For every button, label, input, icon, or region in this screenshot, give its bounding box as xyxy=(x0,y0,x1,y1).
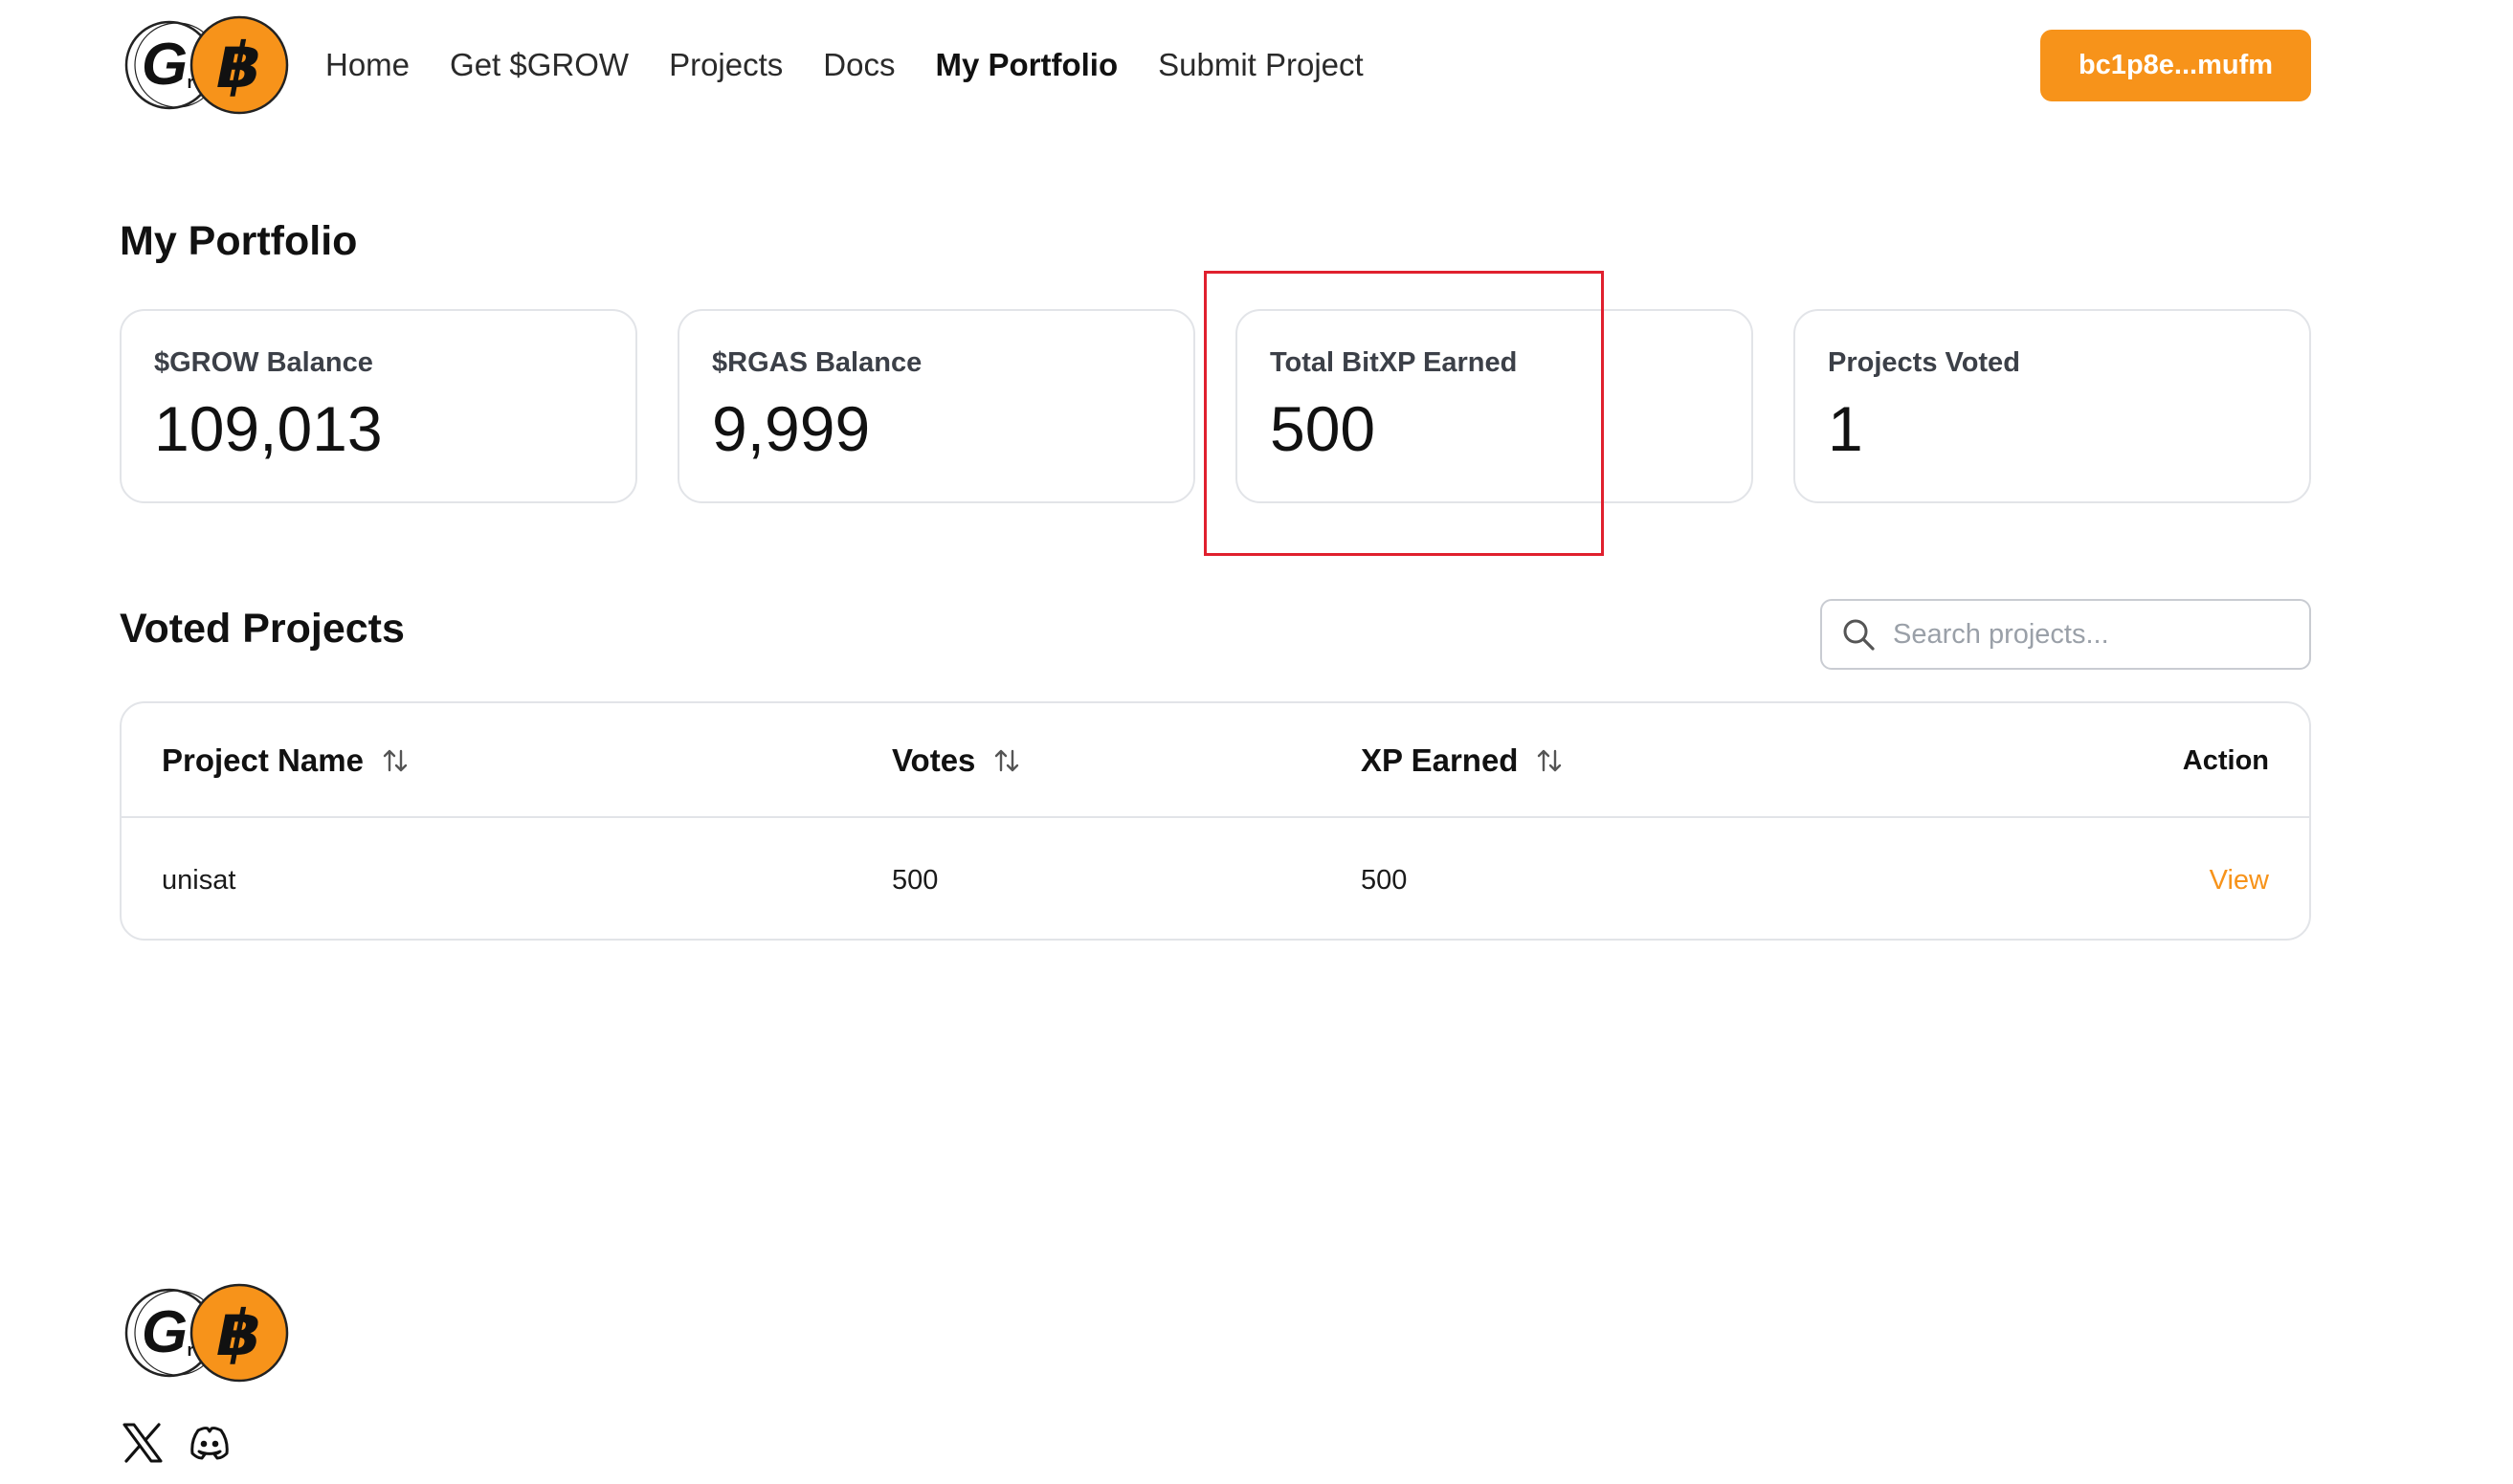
logo-bitcoin-symbol: ฿ xyxy=(217,29,261,102)
sort-icon xyxy=(383,749,408,772)
stat-card-projects-voted: Projects Voted 1 xyxy=(1793,309,2311,503)
table-header: Project Name Votes XP Earned Action xyxy=(122,703,2309,818)
logo-letter-r: r xyxy=(187,1340,193,1360)
discord-icon[interactable] xyxy=(188,1421,232,1465)
stat-card-grow-balance: $GROW Balance 109,013 xyxy=(120,309,637,503)
stat-label: $RGAS Balance xyxy=(712,347,923,378)
nav-my-portfolio[interactable]: My Portfolio xyxy=(935,42,1118,88)
stat-card-rgas-balance: $RGAS Balance 9,999 xyxy=(678,309,1195,503)
footer-logo[interactable]: G r ฿ xyxy=(120,1275,292,1390)
nav-submit-project[interactable]: Submit Project xyxy=(1158,42,1364,88)
table-row: unisat 500 500 View xyxy=(122,820,2309,939)
stat-value: 109,013 xyxy=(154,393,383,464)
logo-bitcoin-symbol: ฿ xyxy=(217,1296,261,1370)
column-label: Project Name xyxy=(162,742,364,778)
nav-get-grow[interactable]: Get $GROW xyxy=(450,42,629,88)
stat-value: 9,999 xyxy=(712,393,871,464)
column-header-xp-earned[interactable]: XP Earned xyxy=(1361,703,1564,818)
column-label: XP Earned xyxy=(1361,742,1519,778)
voted-projects-title: Voted Projects xyxy=(120,606,405,652)
stat-value: 500 xyxy=(1270,393,1376,464)
x-twitter-icon[interactable] xyxy=(121,1421,165,1465)
voted-projects-table: Project Name Votes XP Earned Action unis… xyxy=(120,701,2311,941)
cell-project-name: unisat xyxy=(162,864,236,896)
main-nav: Home Get $GROW Projects Docs My Portfoli… xyxy=(325,42,1404,88)
view-link[interactable]: View xyxy=(2210,820,2269,939)
logo-icon: G r ฿ xyxy=(124,1283,289,1383)
cell-votes: 500 xyxy=(892,864,939,896)
logo[interactable]: G r ฿ xyxy=(120,8,292,122)
nav-home[interactable]: Home xyxy=(325,42,410,88)
stat-value: 1 xyxy=(1828,393,1863,464)
search-icon xyxy=(1843,619,1875,651)
logo-icon: G r ฿ xyxy=(124,15,289,115)
column-header-project-name[interactable]: Project Name xyxy=(162,703,410,818)
column-label: Votes xyxy=(892,742,976,778)
stat-card-total-bitxp: Total BitXP Earned 500 xyxy=(1235,309,1753,503)
logo-letter-r: r xyxy=(187,73,193,92)
sort-icon xyxy=(995,749,1019,772)
stat-label: Total BitXP Earned xyxy=(1270,347,1518,378)
logo-letter-g: G xyxy=(142,32,188,98)
portfolio-title: My Portfolio xyxy=(120,218,358,264)
column-header-votes[interactable]: Votes xyxy=(892,703,1021,818)
nav-docs[interactable]: Docs xyxy=(823,42,895,88)
wallet-button[interactable]: bc1p8e...mufm xyxy=(2040,30,2311,101)
stat-label: Projects Voted xyxy=(1828,347,2020,378)
column-header-action: Action xyxy=(2182,744,2269,776)
page: G r ฿ Home Get $GROW Projects Docs My Po… xyxy=(0,0,2513,1484)
logo-letter-g: G xyxy=(142,1299,188,1365)
cell-xp-earned: 500 xyxy=(1361,864,1408,896)
stat-label: $GROW Balance xyxy=(154,347,373,378)
sort-icon xyxy=(1538,749,1562,772)
search-box xyxy=(1820,599,2311,670)
nav-projects[interactable]: Projects xyxy=(669,42,783,88)
search-input[interactable] xyxy=(1893,606,2295,663)
